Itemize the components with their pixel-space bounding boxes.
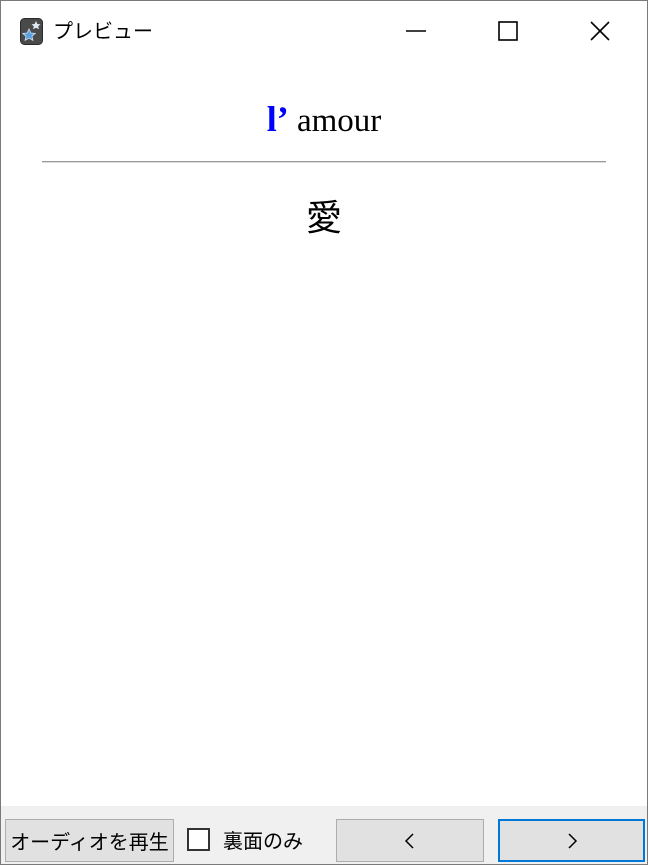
- previous-button[interactable]: [336, 819, 484, 862]
- answer-divider: [42, 161, 606, 163]
- front-article: l’: [266, 99, 289, 139]
- close-button[interactable]: [554, 1, 646, 61]
- close-icon: [590, 21, 610, 41]
- back-only-checkbox[interactable]: [187, 827, 210, 851]
- back-only-toggle[interactable]: 裏面のみ: [187, 824, 303, 854]
- title-bar[interactable]: プレビュー: [1, 1, 647, 61]
- minimize-button[interactable]: [370, 1, 462, 61]
- anki-star-icon: [20, 18, 43, 45]
- chevron-right-icon: [567, 832, 577, 849]
- window-title: プレビュー: [53, 19, 153, 43]
- bottom-toolbar: オーディオを再生 裏面のみ: [1, 806, 647, 864]
- maximize-icon: [498, 21, 518, 41]
- card-back: 愛: [305, 198, 342, 239]
- play-audio-button[interactable]: オーディオを再生: [5, 819, 174, 862]
- front-word: amour: [296, 103, 382, 139]
- next-button[interactable]: [498, 819, 645, 862]
- preview-window: プレビュー l’ amour 愛 オーディオを再生 裏面のみ: [0, 0, 648, 865]
- card-front: l’ amour: [1, 97, 647, 143]
- chevron-left-icon: [404, 832, 414, 849]
- back-only-label[interactable]: 裏面のみ: [223, 825, 303, 854]
- minimize-icon: [406, 30, 426, 32]
- maximize-button[interactable]: [462, 1, 554, 61]
